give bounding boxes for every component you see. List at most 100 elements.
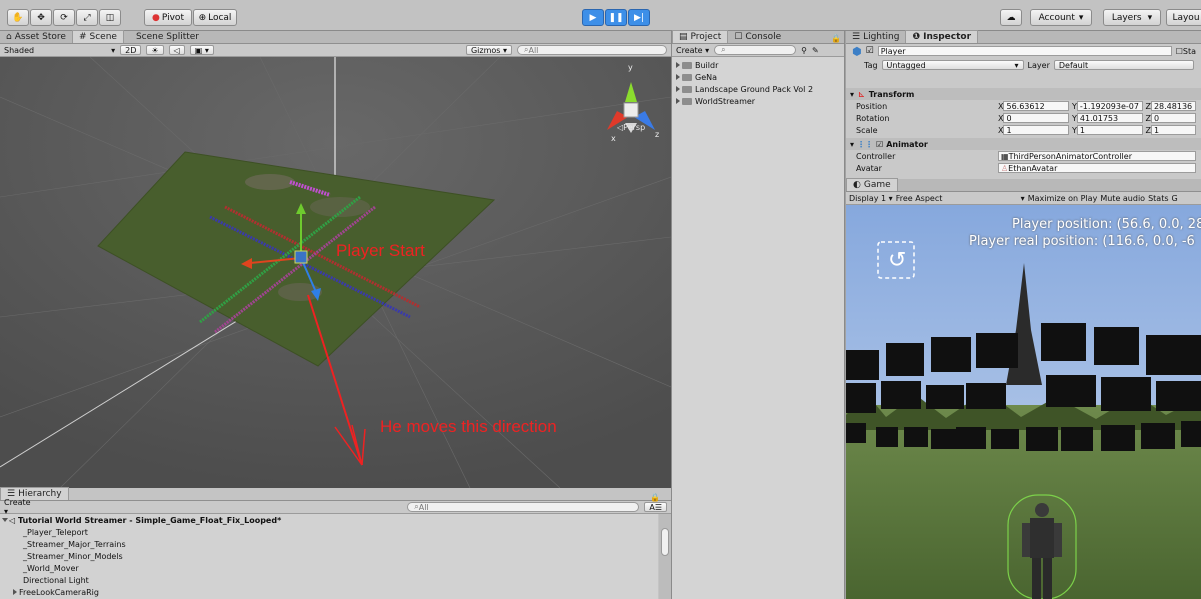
audio-toggle[interactable]: ◁ (168, 45, 185, 55)
pause-button[interactable]: ❚❚ (605, 9, 627, 26)
hierarchy-item[interactable]: Directional Light (3, 574, 658, 586)
project-folder-item[interactable]: GeNa (676, 71, 840, 83)
2d-toggle[interactable]: 2D (120, 45, 142, 55)
step-icon: ▶| (634, 12, 644, 23)
rotate-tool-button[interactable]: ⟳ (53, 9, 75, 26)
reset-rotate-icon[interactable]: ↺ (888, 250, 906, 272)
avatar-field[interactable]: ♙ EthanAvatar (998, 163, 1196, 173)
expand-arrow-icon (676, 74, 680, 80)
tab-inspector[interactable]: ❶ Inspector (905, 30, 979, 43)
lock-icon[interactable]: 🔒 (650, 493, 660, 502)
filter-type-icon[interactable]: ⚲ (801, 46, 807, 55)
tab-project[interactable]: ▤ Project (672, 30, 729, 43)
expand-arrow-icon (13, 589, 17, 595)
object-header: ⬢ ☑ Player ☐Sta (846, 44, 1201, 58)
game-panel: ◐ Game Display 1 ▾ Free Aspect ▾ Maximize… (846, 178, 1201, 599)
project-folder-item[interactable]: Buildr (676, 59, 840, 71)
player-position-text: Player position: (56.6, 0.0, 28 (1012, 217, 1201, 232)
tag-dropdown[interactable]: Untagged ▾ (881, 60, 1024, 70)
step-button[interactable]: ▶| (628, 9, 650, 26)
rotation-z-field[interactable]: 0 (1150, 113, 1196, 123)
tab-scene[interactable]: # Scene (71, 30, 124, 43)
stats-toggle[interactable]: Stats (1148, 194, 1168, 203)
hierarchy-search-input[interactable]: ⌕ All (407, 502, 640, 512)
position-y-field[interactable]: -1.192093e-07 (1076, 101, 1143, 111)
rect-tool-button[interactable]: ◫ (99, 9, 121, 26)
scene-viewport[interactable] (0, 57, 671, 488)
animator-enabled-checkbox[interactable]: ☑ (876, 140, 883, 149)
lighting-toggle[interactable]: ☀ (146, 45, 164, 55)
project-tab-bar: ▤ Project ☐ Console 🔒 (672, 30, 844, 44)
hierarchy-item[interactable]: _Player_Teleport (3, 526, 658, 538)
mute-toggle[interactable]: Mute audio (1100, 194, 1145, 203)
rotation-x-field[interactable]: 0 (1003, 113, 1070, 123)
expand-arrow-icon (676, 86, 680, 92)
layout-dropdown[interactable]: Layou (1166, 9, 1201, 26)
collab-button[interactable]: ☁ (1000, 9, 1022, 26)
gizmos-toggle[interactable]: G (1172, 194, 1178, 203)
object-name-field[interactable]: Player (877, 46, 1172, 56)
gizmos-dropdown[interactable]: Gizmos ▾ (465, 45, 512, 55)
hierarchy-item[interactable]: _Streamer_Major_Terrains (3, 538, 658, 550)
effects-dropdown[interactable]: ▣ ▾ (189, 45, 214, 55)
main-toolbar: ✋ ✥ ⟳ ⤢ ◫ ● Pivot ⊕ Local ▶ ❚❚ ▶| ☁ Accoun… (0, 0, 1201, 31)
hierarchy-item[interactable]: _World_Mover (3, 562, 658, 574)
tab-console[interactable]: ☐ Console (728, 30, 787, 43)
hand-tool-button[interactable]: ✋ (7, 9, 29, 26)
hierarchy-item[interactable]: _Streamer_Minor_Models (3, 550, 658, 562)
layer-dropdown[interactable]: Default (1053, 60, 1194, 70)
layers-dropdown[interactable]: Layers ▾ (1103, 9, 1161, 26)
rotation-y-field[interactable]: 41.01753 (1076, 113, 1143, 123)
search-icon: ⌕ (721, 45, 726, 54)
position-x-field[interactable]: 56.63612 (1003, 101, 1070, 111)
scene-root-item[interactable]: ◁ Tutorial World Streamer - Simple_Game_… (2, 514, 658, 526)
hierarchy-create-dropdown[interactable]: Create ▾ (4, 498, 32, 516)
grid-icon: # (78, 32, 87, 42)
animator-icon: ⋮⋮ (857, 139, 874, 149)
display-dropdown[interactable]: Display 1 ▾ (849, 194, 893, 203)
position-z-field[interactable]: 28.48136 (1150, 101, 1196, 111)
play-button[interactable]: ▶ (582, 9, 604, 26)
tab-game[interactable]: ◐ Game (846, 178, 898, 191)
controller-field[interactable]: ▦ ThirdPersonAnimatorController (998, 151, 1196, 161)
hierarchy-item[interactable]: FreeLookCameraRig (3, 586, 658, 598)
shading-dropdown[interactable]: Shaded (4, 46, 34, 55)
maximize-toggle[interactable]: Maximize on Play (1028, 194, 1098, 203)
local-toggle[interactable]: ⊕ Local (193, 9, 237, 26)
lock-icon[interactable]: 🔒 (831, 34, 844, 43)
sort-button[interactable]: A☰ (644, 502, 667, 512)
project-folder-item[interactable]: WorldStreamer (676, 95, 840, 107)
unity-scene-icon: ◁ (9, 515, 16, 525)
lighting-icon: ☰ (852, 31, 861, 42)
aspect-dropdown[interactable]: Free Aspect (896, 194, 982, 203)
dropdown-arrow-icon: ▾ (1147, 12, 1153, 23)
project-search-input[interactable]: ⌕ (714, 45, 797, 55)
scale-z-field[interactable]: 1 (1150, 125, 1196, 135)
project-folder-item[interactable]: Landscape Ground Pack Vol 2 (676, 83, 840, 95)
folder-icon (682, 85, 692, 93)
scale-x-field[interactable]: 1 (1003, 125, 1070, 135)
scale-icon: ⤢ (83, 12, 91, 23)
tab-scene-splitter[interactable]: Scene Splitter (130, 30, 205, 43)
tab-asset-store[interactable]: ⌂ Asset Store (0, 30, 72, 43)
project-create-dropdown[interactable]: Create ▾ (676, 46, 709, 55)
pivot-toggle[interactable]: ● Pivot (144, 9, 192, 26)
axis-x-label: x (611, 134, 616, 143)
account-dropdown[interactable]: Account ▾ (1030, 9, 1092, 26)
scrollbar-thumb[interactable] (661, 528, 669, 556)
active-checkbox[interactable]: ☑ (866, 46, 874, 56)
static-checkbox[interactable]: ☐Sta (1176, 47, 1196, 56)
tab-lighting[interactable]: ☰ Lighting (846, 30, 905, 43)
move-tool-button[interactable]: ✥ (30, 9, 52, 26)
scale-y-field[interactable]: 1 (1076, 125, 1143, 135)
persp-label[interactable]: ◁Persp (617, 123, 645, 132)
filter-label-icon[interactable]: ✎ (812, 46, 819, 55)
scale-tool-button[interactable]: ⤢ (76, 9, 98, 26)
hierarchy-scrollbar[interactable] (659, 514, 671, 599)
game-toolbar: Display 1 ▾ Free Aspect ▾ Maximize on Pl… (846, 192, 1201, 205)
scene-search-input[interactable]: ⌕ All (517, 45, 667, 55)
avatar-row: Avatar ♙ EthanAvatar (846, 162, 1201, 174)
transform-header[interactable]: ▾ ⊾ Transform (846, 88, 1201, 100)
rotation-row: Rotation X0 Y 41.01753 Z0 (846, 112, 1201, 124)
animator-header[interactable]: ▾ ⋮⋮ ☑ Animator (846, 138, 1201, 150)
